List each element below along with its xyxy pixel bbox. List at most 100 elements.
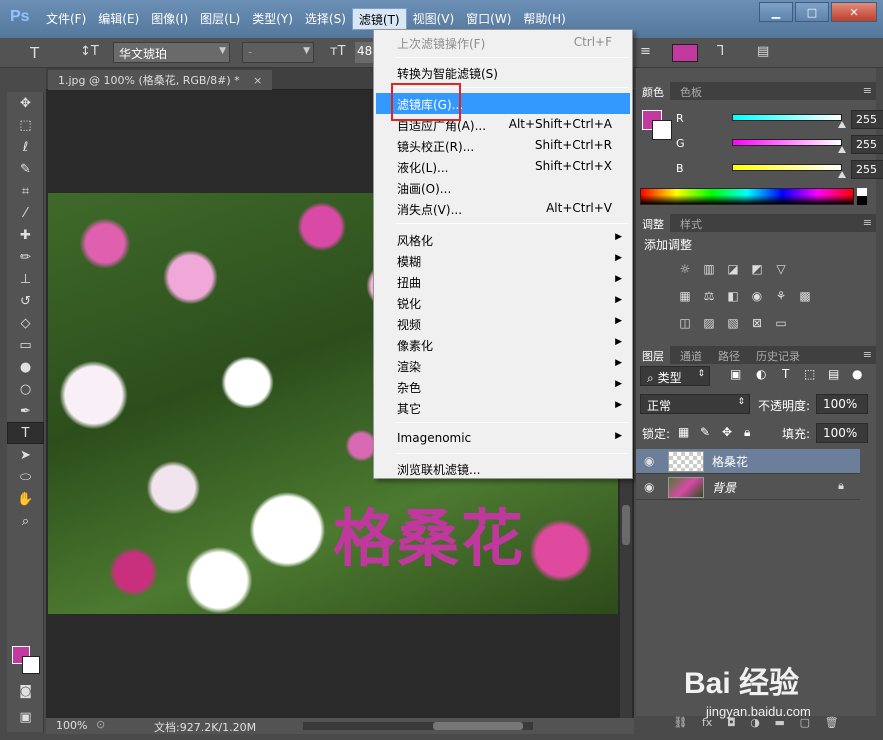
healing-brush-tool-icon[interactable]: ✚ [7,224,44,246]
tab-swatches[interactable]: 色板 [674,82,708,100]
horizontal-scroll-thumb[interactable] [433,722,523,730]
crop-tool-icon[interactable]: ⌗ [7,180,44,202]
menu-type[interactable]: 类型(Y) [246,8,299,30]
filter-toggle-icon[interactable]: ● [852,367,862,381]
color-spectrum[interactable] [640,188,854,205]
red-track[interactable] [732,114,842,121]
font-size-field[interactable]: 48 [355,42,375,63]
filter-menu-item-stylize[interactable]: 风格化 ▶ [376,229,630,250]
blend-mode-select[interactable]: 正常 ⇕ [640,394,750,414]
screen-mode-icon[interactable]: ▣ [7,706,44,728]
levels-icon[interactable]: ▥ [700,262,718,278]
stamp-tool-icon[interactable]: ⊥ [7,268,44,290]
layer-name[interactable]: 格桑花 [712,453,748,470]
filter-shape-icon[interactable]: ⬚ [804,367,815,381]
selective-color-icon[interactable]: ⊠ [748,316,766,332]
filter-menu-item-liquify[interactable]: 液化(L)... Shift+Ctrl+X [376,156,630,177]
move-tool-icon[interactable]: ✥ [7,92,44,114]
channel-mixer-icon[interactable]: ⚘ [772,289,790,305]
close-icon[interactable]: × [253,74,262,87]
spectrum-black[interactable] [857,196,867,205]
font-style-select[interactable]: - ▼ [242,42,314,63]
menu-select[interactable]: 选择(S) [299,8,352,30]
text-tool-icon[interactable]: T [30,44,39,62]
shape-tool-icon[interactable]: ⬭ [7,466,44,488]
menu-layer[interactable]: 图层(L) [194,8,246,30]
filter-menu-item-imagenomic[interactable]: Imagenomic ▶ [376,428,630,449]
eyedropper-tool-icon[interactable]: ⁄ [7,202,44,224]
tab-channels[interactable]: 通道 [674,346,708,364]
threshold-icon[interactable]: ▧ [724,316,742,332]
filter-pixel-icon[interactable]: ▣ [730,367,741,381]
filter-menu-item-render[interactable]: 渲染 ▶ [376,355,630,376]
menu-edit[interactable]: 编辑(E) [92,8,145,30]
filter-menu-item-blur[interactable]: 模糊 ▶ [376,250,630,271]
fill-field[interactable]: 100% [816,423,868,443]
filter-menu-item-oil-paint[interactable]: 油画(O)... [376,177,630,198]
brush-tool-icon[interactable]: ✏ [7,246,44,268]
lock-pixels-icon[interactable]: ▦ [678,425,689,439]
marquee-tool-icon[interactable]: ⬚ [7,114,44,136]
maximize-button[interactable]: □ [795,2,829,22]
filter-menu-item-noise[interactable]: 杂色 ▶ [376,376,630,397]
filter-menu-item-smart-filter[interactable]: 转换为智能滤镜(S) [376,62,630,83]
gradient-tool-icon[interactable]: ▭ [7,334,44,356]
minimize-button[interactable]: ▁ [759,2,793,22]
menu-help[interactable]: 帮助(H) [517,8,571,30]
menu-view[interactable]: 视图(V) [407,8,461,30]
posterize-icon[interactable]: ▨ [700,316,718,332]
exposure-icon[interactable]: ◩ [748,262,766,278]
filter-menu-item-distort[interactable]: 扭曲 ▶ [376,271,630,292]
menu-window[interactable]: 窗口(W) [460,8,517,30]
background-color-swatch[interactable] [22,656,40,674]
document-tab[interactable]: 1.jpg @ 100% (格桑花, RGB/8#) * × [48,70,273,90]
warp-text-icon[interactable]: Ꞁ [717,44,724,59]
menu-image[interactable]: 图像(I) [145,8,194,30]
panel-menu-icon[interactable]: ≡ [863,216,872,229]
color-balance-icon[interactable]: ⚖ [700,289,718,305]
menu-file[interactable]: 文件(F) [40,8,92,30]
color-lookup-icon[interactable]: ▩ [796,289,814,305]
close-button[interactable]: ✕ [831,2,877,22]
blue-slider[interactable]: B 255 [672,160,883,180]
text-orientation-icon[interactable]: ↕T [80,44,99,59]
panel-menu-icon[interactable]: ≡ [863,84,872,97]
lasso-tool-icon[interactable]: ℓ [7,136,44,158]
layer-row-text[interactable]: ◉ 格桑花 [636,449,860,474]
align-icon[interactable]: ≡ [640,44,651,59]
blue-track[interactable] [732,164,842,171]
green-knob[interactable] [838,146,846,153]
green-track[interactable] [732,139,842,146]
history-brush-tool-icon[interactable]: ↺ [7,290,44,312]
spectrum-white[interactable] [857,188,867,196]
zoom-tool-icon[interactable]: ⌕ [7,510,44,532]
quick-mask-icon[interactable]: ◙ [7,680,44,702]
horizontal-scrollbar[interactable] [303,722,533,730]
filter-menu-item-video[interactable]: 视频 ▶ [376,313,630,334]
blue-knob[interactable] [838,171,846,178]
layer-name[interactable]: 背景 [712,479,736,496]
photo-filter-icon[interactable]: ◉ [748,289,766,305]
filter-type-icon[interactable]: T [782,367,789,381]
green-value-field[interactable]: 255 [851,135,883,154]
panel-menu-icon[interactable]: ≡ [863,348,872,361]
lock-position-icon[interactable]: ✥ [722,425,732,439]
character-panel-icon[interactable]: ▤ [757,44,769,59]
eye-icon[interactable]: ◉ [644,454,654,468]
tab-history[interactable]: 历史记录 [750,346,806,364]
invert-icon[interactable]: ◫ [676,316,694,332]
filter-menu-item-sharpen[interactable]: 锐化 ▶ [376,292,630,313]
black-white-icon[interactable]: ◧ [724,289,742,305]
pen-tool-icon[interactable]: ✒ [7,400,44,422]
vibrance-icon[interactable]: ▽ [772,262,790,278]
green-slider[interactable]: G 255 [672,135,883,155]
filter-menu-item-browse-online[interactable]: 浏览联机滤镜... [376,458,630,479]
eye-icon[interactable]: ◉ [644,480,654,494]
opacity-field[interactable]: 100% [816,394,868,414]
brightness-icon[interactable]: ☼ [676,262,694,278]
path-select-tool-icon[interactable]: ➤ [7,444,44,466]
red-slider[interactable]: R 255 [672,110,883,130]
red-knob[interactable] [838,121,846,128]
color-panel-background[interactable] [652,120,672,140]
quick-select-tool-icon[interactable]: ✎ [7,158,44,180]
